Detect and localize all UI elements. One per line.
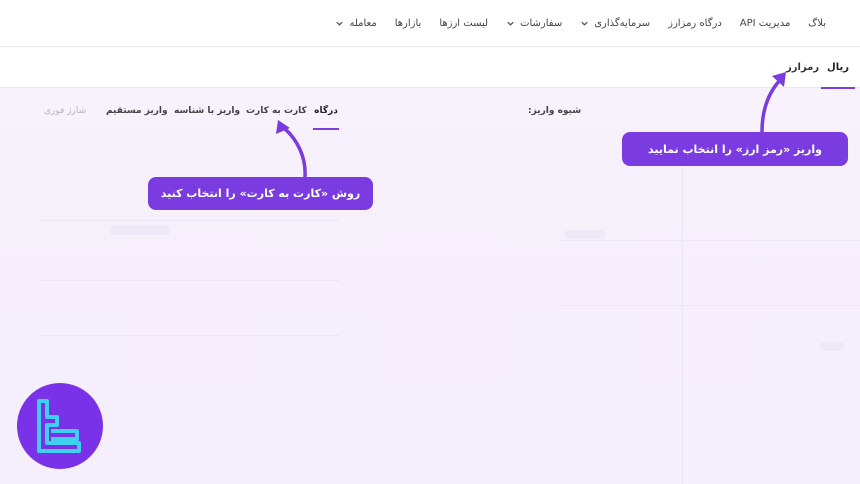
method-gateway[interactable]: درگاه bbox=[313, 88, 339, 130]
ghost-placeholder bbox=[110, 225, 170, 235]
nav-item-trade-label: معامله bbox=[349, 17, 377, 29]
chevron-down-icon bbox=[507, 21, 514, 26]
callout-select-crypto-text: واریز «رمز ارز» را انتخاب نمایید bbox=[648, 142, 822, 156]
ghost-divider bbox=[560, 240, 860, 241]
currency-tabs: ریال رمزارز bbox=[0, 47, 860, 89]
top-navigation-bar: معامله بازارها لیست ارزها سفارشات سرمایه… bbox=[0, 0, 860, 47]
tradingfinder-logo-icon bbox=[17, 383, 103, 469]
nav-item-api-management-label: مدیریت API bbox=[739, 17, 791, 29]
nav-item-orders-label: سفارشات bbox=[520, 17, 563, 29]
callout-select-crypto: واریز «رمز ارز» را انتخاب نمایید bbox=[622, 132, 848, 166]
nav-item-orders[interactable]: سفارشات bbox=[506, 18, 562, 29]
nav-item-investment-label: سرمایه‌گذاری bbox=[594, 17, 651, 29]
method-gateway-label: درگاه bbox=[314, 106, 338, 116]
main-nav: معامله بازارها لیست ارزها سفارشات سرمایه… bbox=[335, 0, 826, 46]
ghost-divider bbox=[40, 335, 340, 336]
tab-rial-label: ریال bbox=[827, 62, 849, 73]
callout-select-card-text: روش «کارت به کارت» را انتخاب کنید bbox=[160, 187, 361, 200]
method-direct[interactable]: واریز مستقیم bbox=[106, 88, 168, 128]
nav-item-markets-label: بازارها bbox=[394, 17, 422, 29]
ghost-divider bbox=[40, 280, 340, 281]
nav-item-currency-list[interactable]: لیست ارزها bbox=[439, 18, 488, 29]
ghost-divider bbox=[560, 305, 860, 306]
deposit-method-tabs: درگاه کارت به کارت واریز با شناسه واریز … bbox=[0, 88, 860, 130]
method-direct-label: واریز مستقیم bbox=[106, 106, 168, 116]
callout-select-card: روش «کارت به کارت» را انتخاب کنید bbox=[148, 177, 373, 210]
tab-rial[interactable]: ریال bbox=[821, 47, 855, 89]
method-card-to-card[interactable]: کارت به کارت bbox=[246, 88, 307, 128]
logo-mark-icon bbox=[37, 399, 81, 453]
nav-item-blog-label: بلاگ bbox=[808, 17, 826, 29]
chevron-down-icon bbox=[336, 21, 344, 26]
tab-crypto-label: رمزارز bbox=[786, 62, 820, 73]
method-with-id[interactable]: واریز با شناسه bbox=[174, 88, 240, 128]
nav-item-currency-list-label: لیست ارزها bbox=[439, 17, 489, 29]
nav-item-investment[interactable]: سرمایه‌گذاری bbox=[580, 18, 650, 29]
ghost-divider bbox=[40, 220, 340, 221]
method-with-id-label: واریز با شناسه bbox=[174, 106, 241, 116]
ghost-placeholder bbox=[565, 230, 605, 239]
chevron-down-icon bbox=[581, 21, 588, 26]
nav-item-blog[interactable]: بلاگ bbox=[808, 18, 826, 29]
content-overlay bbox=[0, 130, 860, 484]
method-card-to-card-label: کارت به کارت bbox=[246, 106, 307, 116]
nav-item-crypto-gateway[interactable]: درگاه رمزارز bbox=[668, 18, 722, 29]
method-instant-charge-label: شارژ فوری bbox=[44, 106, 87, 116]
ghost-divider bbox=[682, 130, 683, 484]
ghost-placeholder bbox=[820, 342, 844, 351]
method-instant-charge[interactable]: شارژ فوری bbox=[44, 88, 86, 128]
nav-item-markets[interactable]: بازارها bbox=[395, 18, 422, 29]
nav-item-trade[interactable]: معامله bbox=[335, 17, 377, 29]
tab-crypto[interactable]: رمزارز bbox=[786, 47, 820, 87]
nav-item-crypto-gateway-label: درگاه رمزارز bbox=[668, 17, 722, 29]
nav-item-api-management[interactable]: مدیریت API bbox=[740, 18, 791, 29]
